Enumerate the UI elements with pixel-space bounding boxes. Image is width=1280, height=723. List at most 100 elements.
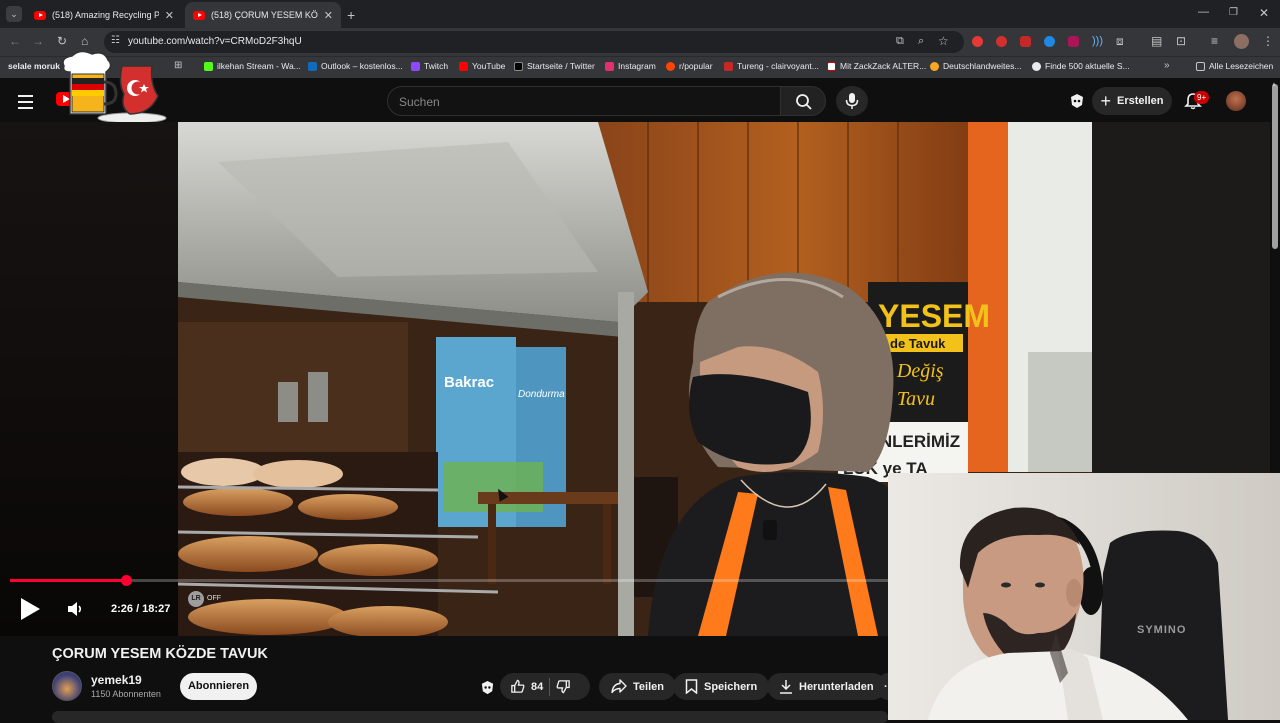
zoom-icon[interactable]: ⌕ xyxy=(918,36,924,47)
new-tab-button[interactable]: + xyxy=(347,8,355,22)
play-button[interactable] xyxy=(21,598,40,620)
progress-scrubber[interactable] xyxy=(120,575,132,586)
streamer-webcam: SYMINO xyxy=(888,473,1280,720)
bookmark-twitch[interactable]: Twitch xyxy=(411,61,448,71)
create-button[interactable]: + Erstellen xyxy=(1092,87,1172,115)
sign-sub-text: de Tavuk xyxy=(890,336,946,351)
info-icon xyxy=(1032,61,1041,71)
bookmark-label: Finde 500 aktuelle S... xyxy=(1045,61,1130,71)
twitch-icon xyxy=(411,61,420,71)
bookmark-label: Outlook – kostenlos... xyxy=(321,61,403,71)
microphone-icon xyxy=(845,93,859,109)
bookmark-star-icon[interactable]: ☆ xyxy=(938,35,949,47)
extension-icon-6[interactable]: ))) xyxy=(1092,36,1103,47)
youtube-favicon-icon xyxy=(193,10,205,20)
bookmark-youtube[interactable]: YouTube xyxy=(459,61,505,71)
fridge-brand-1: Bakrac xyxy=(444,374,494,391)
download-icon xyxy=(780,680,792,694)
webcam-frame: SYMINO xyxy=(888,473,1280,720)
volume-button[interactable] xyxy=(66,600,84,618)
lr-off-label: OFF xyxy=(207,595,221,602)
browser-menu-icon[interactable]: ⋮ xyxy=(1262,35,1274,47)
like-button[interactable]: 84 xyxy=(510,679,543,694)
lr-badge[interactable]: LR xyxy=(188,591,204,607)
outlook-icon xyxy=(308,61,317,71)
scroll-up-icon[interactable]: ▲ xyxy=(1271,82,1277,88)
bookmark-ilkehan[interactable]: ilkehan Stream - Wa... xyxy=(204,61,301,71)
channel-name[interactable]: yemek19 xyxy=(91,673,142,687)
page-scrollbar[interactable] xyxy=(1272,84,1278,249)
description-box[interactable] xyxy=(52,711,888,723)
bookmark-label: YouTube xyxy=(472,61,506,71)
sidebar-icon[interactable]: ▤ xyxy=(1151,35,1162,47)
extension-icon-3[interactable] xyxy=(1020,36,1031,47)
theater-right-pane xyxy=(1092,122,1270,473)
deutschland-icon xyxy=(930,61,939,71)
bookmark-deutschland[interactable]: Deutschlandweites... xyxy=(930,61,1021,71)
progress-bar[interactable] xyxy=(10,575,888,586)
plus-icon: + xyxy=(1100,91,1112,111)
bookmark-zackzack[interactable]: Mit ZackZack ALTER... xyxy=(827,61,926,71)
tab-recycling[interactable]: (518) Amazing Recycling Proce ✕ xyxy=(26,2,182,28)
account-avatar[interactable] xyxy=(1226,91,1246,111)
tab-corum-yesem[interactable]: (518) ÇORUM YESEM KÖZDE TA ✕ xyxy=(185,2,341,28)
chair-brand-text: SYMINO xyxy=(1137,624,1186,636)
close-window-button[interactable]: ✕ xyxy=(1259,7,1269,19)
channel-avatar[interactable] xyxy=(52,671,82,701)
bookmark-reddit[interactable]: r/popular xyxy=(666,61,713,71)
save-button[interactable]: Speichern xyxy=(673,673,770,700)
youtube-favicon-icon xyxy=(34,10,46,20)
extensions-puzzle-icon[interactable]: ⧈ xyxy=(1116,35,1124,47)
tab-title: (518) ÇORUM YESEM KÖZDE TA xyxy=(211,10,318,20)
extension-icon-1[interactable] xyxy=(972,36,983,47)
profile-avatar[interactable] xyxy=(1234,34,1249,49)
download-label: Herunterladen xyxy=(799,680,874,693)
install-app-icon[interactable]: ⧉ xyxy=(896,36,904,47)
time-display: 2:26 / 18:27 xyxy=(111,603,171,615)
bookmark-tureng[interactable]: Tureng - clairvoyant... xyxy=(724,61,819,71)
close-tab-icon[interactable]: ✕ xyxy=(324,9,333,22)
apps-grid-icon[interactable]: ⊞ xyxy=(174,61,182,71)
back-icon[interactable]: ← xyxy=(9,35,21,47)
share-button[interactable]: Teilen xyxy=(599,673,676,700)
bookmarks-overflow-icon[interactable]: » xyxy=(1164,61,1170,71)
notification-count-badge: 9+ xyxy=(1194,91,1210,104)
minimize-button[interactable]: — xyxy=(1198,7,1209,18)
fridge-brand-2: Dondurma xyxy=(518,389,565,400)
theater-left-pane xyxy=(0,122,178,636)
extension-icon-5[interactable] xyxy=(1068,36,1079,47)
search-input[interactable]: Suchen xyxy=(387,86,781,116)
bookmark-label: Alle Lesezeichen xyxy=(1209,61,1274,71)
dislike-button[interactable] xyxy=(556,679,571,694)
extension-icon-4[interactable] xyxy=(1044,36,1055,47)
tab-title: (518) Amazing Recycling Proce xyxy=(52,10,159,20)
close-tab-icon[interactable]: ✕ xyxy=(165,9,174,22)
youtube-logo[interactable] xyxy=(50,44,172,124)
search-icon xyxy=(796,94,812,110)
bookmark-finde500[interactable]: Finde 500 aktuelle S... xyxy=(1032,61,1130,71)
bookmark-outlook[interactable]: Outlook – kostenlos... xyxy=(308,61,403,71)
bookmark-label: Deutschlandweites... xyxy=(943,61,1022,71)
voice-search-button[interactable] xyxy=(836,86,868,116)
hamburger-menu-icon[interactable] xyxy=(18,95,33,109)
subscribe-button[interactable]: Abonnieren xyxy=(180,673,257,700)
tab-search-icon[interactable]: ⌄ xyxy=(6,6,22,22)
create-label: Erstellen xyxy=(1117,95,1164,107)
extension-bot-icon[interactable] xyxy=(1069,93,1085,109)
bookmark-twitter[interactable]: Startseite / Twitter xyxy=(514,61,595,71)
download-button[interactable]: Herunterladen xyxy=(767,673,886,700)
tureng-icon xyxy=(724,61,733,71)
bookmark-icon xyxy=(685,679,698,694)
search-button[interactable] xyxy=(780,86,826,116)
browser-tab-strip: ⌄ (518) Amazing Recycling Proce ✕ (518) … xyxy=(0,0,1280,28)
bot-extension-icon[interactable] xyxy=(480,680,495,695)
search-placeholder: Suchen xyxy=(399,95,440,109)
restore-button[interactable]: ❐ xyxy=(1229,8,1238,18)
bookmark-all-bookmarks[interactable]: Alle Lesezeichen xyxy=(1196,61,1273,71)
extension-icon-2[interactable] xyxy=(996,36,1007,47)
media-control-icon[interactable]: ≡ xyxy=(1211,35,1218,47)
kick-icon xyxy=(204,61,213,71)
tab-groups-icon[interactable]: ⊡ xyxy=(1176,35,1186,47)
bookmark-instagram[interactable]: Instagram xyxy=(605,61,656,71)
forward-icon[interactable]: → xyxy=(32,35,44,47)
